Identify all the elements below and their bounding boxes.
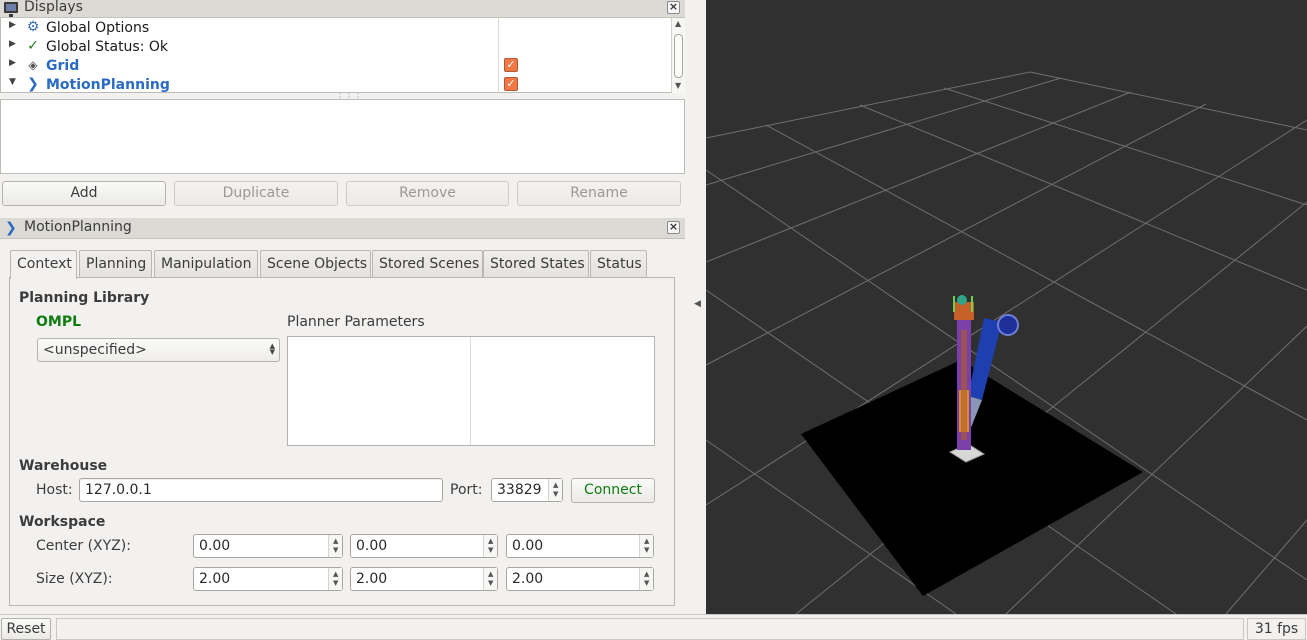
grid-icon: ◈ bbox=[28, 58, 38, 72]
scene-render bbox=[706, 71, 1307, 614]
tab-planning[interactable]: Planning bbox=[79, 250, 152, 278]
monitor-icon bbox=[4, 2, 18, 17]
status-message-field bbox=[56, 618, 1244, 640]
gear-icon: ⚙ bbox=[26, 19, 40, 35]
center-label: Center (XYZ): bbox=[36, 538, 131, 554]
scroll-up-icon[interactable]: ▲ bbox=[675, 19, 681, 28]
motionplanning-enabled-checkbox[interactable]: ✓ bbox=[504, 77, 518, 91]
workspace-heading: Workspace bbox=[19, 514, 106, 530]
spin-arrows[interactable]: ▲ ▼ bbox=[483, 568, 497, 590]
robot-gripper-tip bbox=[957, 295, 967, 305]
tree-item-label: Global Options bbox=[46, 20, 150, 36]
tab-status[interactable]: Status bbox=[590, 250, 647, 278]
center-y-spinbox[interactable]: 0.00 ▲ ▼ bbox=[350, 534, 498, 558]
planner-parameters-label: Planner Parameters bbox=[287, 314, 425, 330]
expand-arrow-icon[interactable]: ▶ bbox=[9, 20, 16, 30]
motionplanning-title: MotionPlanning bbox=[24, 219, 132, 235]
updown-arrows-icon: ▲ ▼ bbox=[269, 342, 275, 356]
close-icon[interactable]: × bbox=[667, 221, 680, 234]
spin-arrows[interactable]: ▲ ▼ bbox=[548, 479, 562, 501]
host-label: Host: bbox=[36, 482, 73, 498]
planner-parameters-table[interactable] bbox=[287, 336, 655, 446]
checkmark-icon: ✓ bbox=[27, 38, 39, 54]
center-y-value: 0.00 bbox=[356, 538, 388, 554]
robot-column-stripe bbox=[961, 330, 967, 440]
grid-enabled-checkbox[interactable]: ✓ bbox=[504, 58, 518, 72]
spin-arrows[interactable]: ▲ ▼ bbox=[483, 535, 497, 557]
scrollbar-thumb[interactable] bbox=[674, 34, 683, 78]
motion-planning-icon: ❯ bbox=[5, 220, 17, 236]
spin-arrows[interactable]: ▲ ▼ bbox=[639, 535, 653, 557]
size-y-spinbox[interactable]: 2.00 ▲ ▼ bbox=[350, 567, 498, 591]
size-x-value: 2.00 bbox=[199, 571, 231, 587]
planner-select-value: <unspecified> bbox=[43, 342, 147, 358]
rename-button[interactable]: Rename bbox=[517, 181, 681, 206]
spin-arrows[interactable]: ▲ ▼ bbox=[328, 568, 342, 590]
close-icon[interactable]: × bbox=[667, 1, 680, 14]
size-x-spinbox[interactable]: 2.00 ▲ ▼ bbox=[193, 567, 343, 591]
center-z-value: 0.00 bbox=[512, 538, 544, 554]
host-input[interactable]: 127.0.0.1 bbox=[79, 478, 443, 502]
display-description-box bbox=[0, 99, 685, 174]
3d-viewport[interactable] bbox=[706, 0, 1307, 614]
collapse-arrow-icon[interactable]: ▼ bbox=[9, 77, 16, 87]
duplicate-button[interactable]: Duplicate bbox=[174, 181, 338, 206]
status-bar: Reset 31 fps bbox=[0, 614, 1307, 640]
tab-context[interactable]: Context bbox=[10, 250, 77, 279]
center-z-spinbox[interactable]: 0.00 ▲ ▼ bbox=[506, 534, 654, 558]
connect-button[interactable]: Connect bbox=[571, 478, 655, 503]
splitter-handle[interactable]: ⋮⋮⋮ bbox=[336, 92, 362, 101]
displays-title: Displays bbox=[24, 0, 83, 15]
collapse-panel-icon[interactable]: ◀ bbox=[694, 299, 701, 309]
scroll-down-icon[interactable]: ▼ bbox=[675, 81, 681, 90]
fps-readout: 31 fps bbox=[1247, 618, 1306, 640]
context-tab-panel: Planning Library OMPL Planner Parameters… bbox=[9, 277, 675, 606]
port-label: Port: bbox=[450, 482, 483, 498]
tree-item-global-options[interactable]: ▶ ⚙ Global Options bbox=[1, 19, 671, 38]
center-x-spinbox[interactable]: 0.00 ▲ ▼ bbox=[193, 534, 343, 558]
size-z-value: 2.00 bbox=[512, 571, 544, 587]
planner-select[interactable]: <unspecified> ▲ ▼ bbox=[37, 338, 280, 362]
size-z-spinbox[interactable]: 2.00 ▲ ▼ bbox=[506, 567, 654, 591]
size-y-value: 2.00 bbox=[356, 571, 388, 587]
add-button[interactable]: Add bbox=[2, 181, 166, 206]
remove-button[interactable]: Remove bbox=[346, 181, 509, 206]
tab-manipulation[interactable]: Manipulation bbox=[154, 250, 258, 278]
tree-item-global-status[interactable]: ▶ ✓ Global Status: Ok bbox=[1, 38, 671, 57]
tab-stored-states[interactable]: Stored States bbox=[483, 250, 589, 278]
port-value: 33829 bbox=[497, 482, 542, 498]
center-x-value: 0.00 bbox=[199, 538, 231, 554]
motionplanning-panel-header: ❯ MotionPlanning × bbox=[0, 218, 685, 239]
expand-arrow-icon[interactable]: ▶ bbox=[9, 58, 16, 68]
tab-scene-objects[interactable]: Scene Objects bbox=[260, 250, 371, 278]
warehouse-heading: Warehouse bbox=[19, 458, 108, 474]
tree-item-label: Global Status: Ok bbox=[46, 39, 169, 55]
spin-arrows[interactable]: ▲ ▼ bbox=[328, 535, 342, 557]
tree-item-label: Grid bbox=[46, 58, 80, 74]
spin-arrows[interactable]: ▲ ▼ bbox=[639, 568, 653, 590]
tree-item-motionplanning[interactable]: ▼ ❯ MotionPlanning ✓ bbox=[1, 76, 671, 93]
size-label: Size (XYZ): bbox=[36, 571, 113, 587]
displays-tree: ▶ ⚙ Global Options ▶ ✓ Global Status: Ok… bbox=[0, 18, 685, 93]
planning-library-heading: Planning Library bbox=[19, 290, 150, 306]
robot-end-effector bbox=[997, 314, 1019, 336]
tree-scrollbar[interactable]: ▲ ▼ bbox=[671, 18, 685, 93]
tree-item-grid[interactable]: ▶ ◈ Grid ✓ bbox=[1, 57, 671, 76]
tree-item-label: MotionPlanning bbox=[46, 77, 170, 93]
planning-library-name: OMPL bbox=[36, 314, 82, 330]
expand-arrow-icon[interactable]: ▶ bbox=[9, 39, 16, 49]
motion-planning-icon: ❯ bbox=[27, 76, 39, 92]
port-spinbox[interactable]: 33829 ▲ ▼ bbox=[491, 478, 563, 502]
displays-panel-header: Displays × bbox=[0, 0, 685, 18]
tab-stored-scenes[interactable]: Stored Scenes bbox=[372, 250, 483, 278]
table-column-divider bbox=[470, 337, 471, 445]
reset-button[interactable]: Reset bbox=[1, 618, 51, 640]
